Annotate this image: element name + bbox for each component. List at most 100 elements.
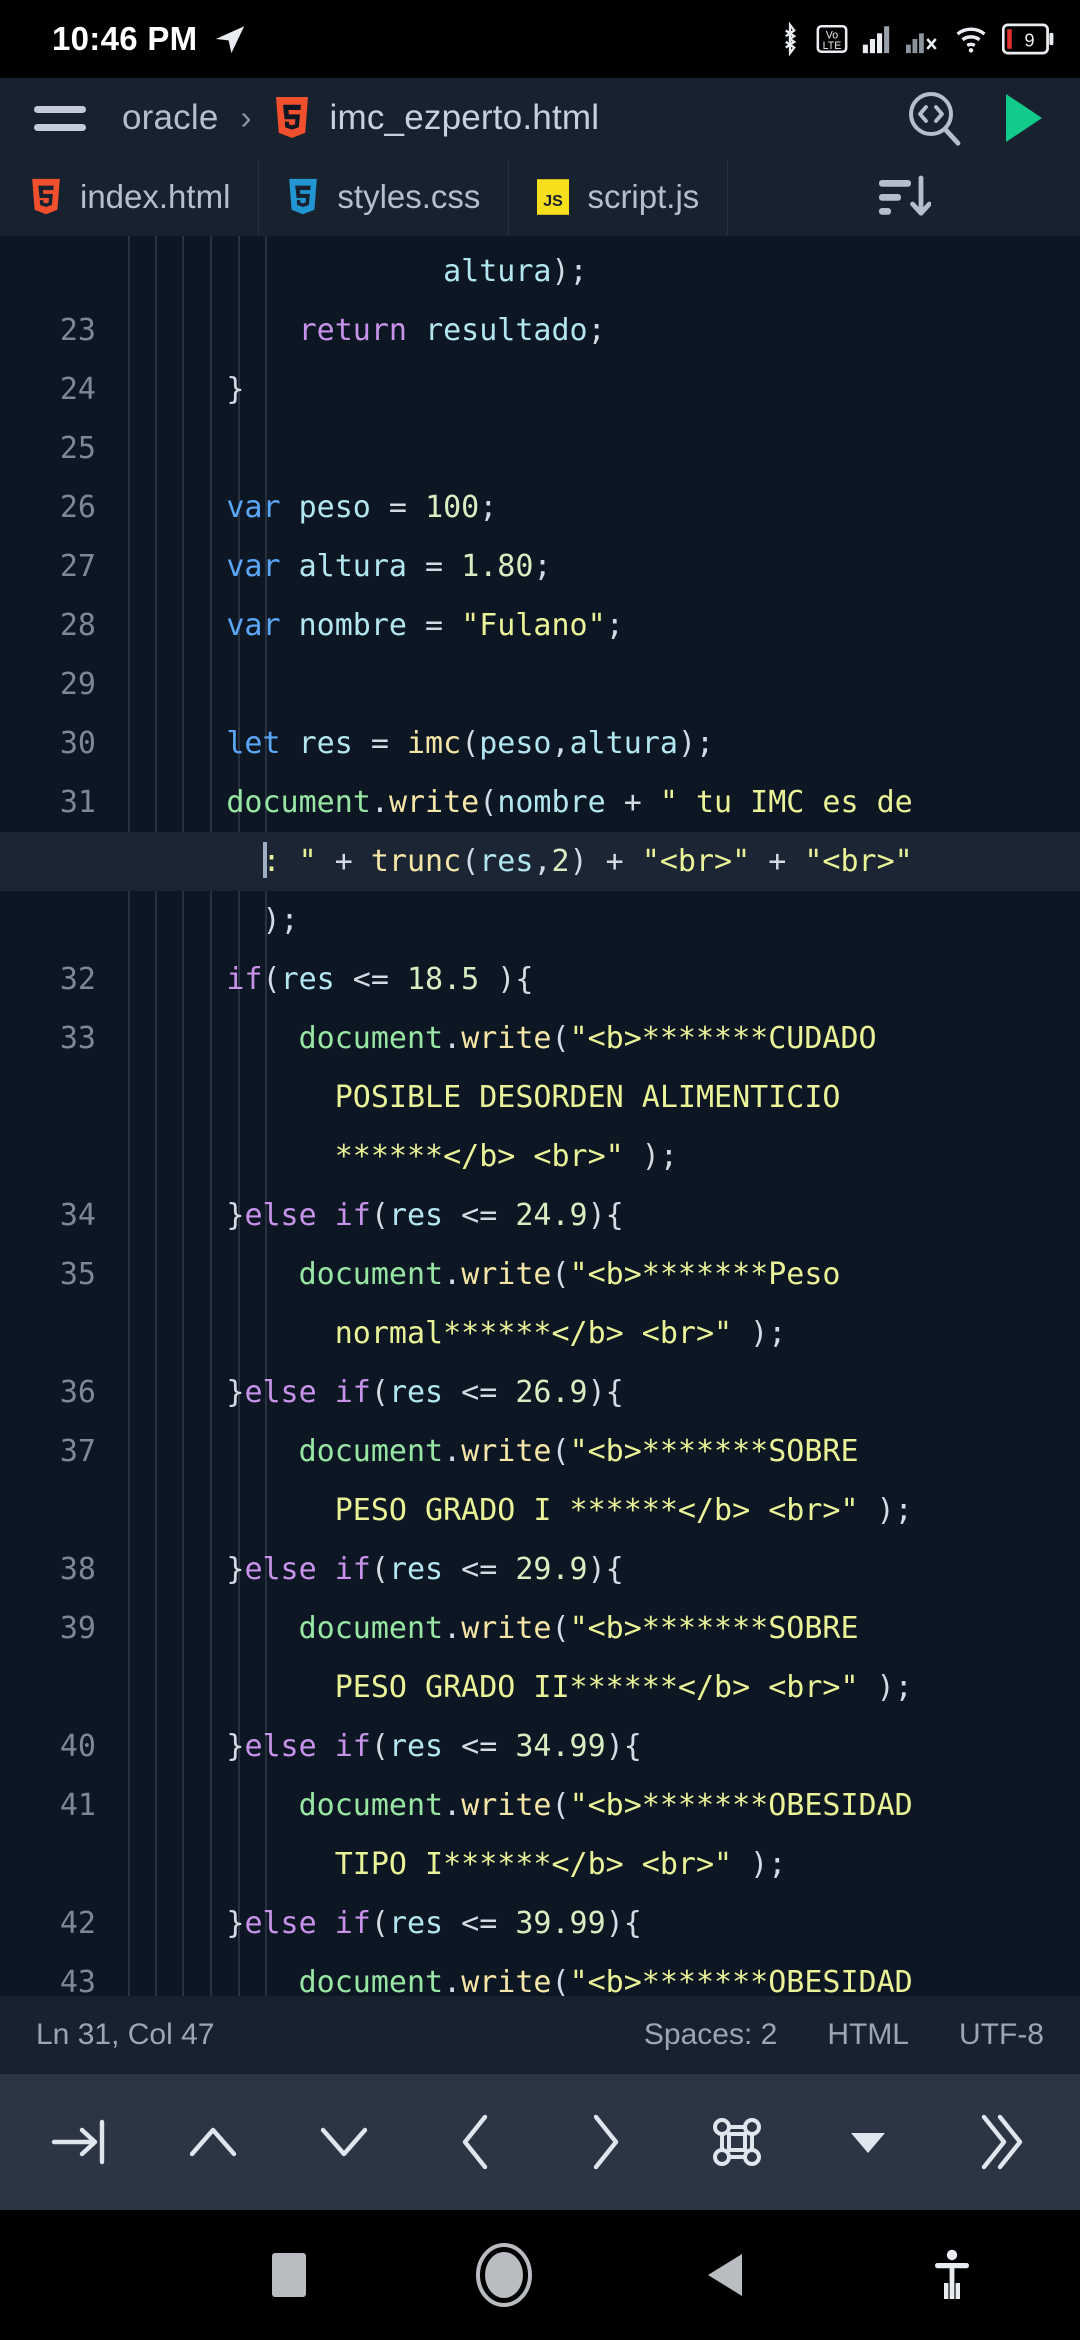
line-source[interactable]: let res = imc(peso,altura);	[118, 714, 1080, 773]
line-source[interactable]: }else if(res <= 34.99){	[118, 1717, 1080, 1776]
line-source[interactable]: }	[118, 360, 1080, 419]
line-source[interactable]: document.write("<b>*******SOBRE	[118, 1422, 1080, 1481]
line-source[interactable]: var peso = 100;	[118, 478, 1080, 537]
line-number: 33	[59, 1021, 96, 1056]
line-source[interactable]: PESO GRADO I ******</b> <br>" );	[118, 1481, 1080, 1540]
line-source[interactable]: }else if(res <= 24.9){	[118, 1186, 1080, 1245]
code-line[interactable]: : " + trunc(res,2) + "<br>" + "<br>"	[0, 832, 1080, 891]
code-line[interactable]: 32 if(res <= 18.5 ){	[0, 950, 1080, 1009]
code-line[interactable]: 25	[0, 419, 1080, 478]
code-token: "<b>*******SOBRE	[569, 1611, 859, 1646]
line-source[interactable]: var nombre = "Fulano";	[118, 596, 1080, 655]
line-source[interactable]: document.write(nombre + " tu IMC es de	[118, 773, 1080, 832]
line-source[interactable]: document.write("<b>*******CUDADO	[118, 1009, 1080, 1068]
code-line[interactable]: 24 }	[0, 360, 1080, 419]
code-line[interactable]: 29	[0, 655, 1080, 714]
arrow-right-key[interactable]	[551, 2087, 661, 2197]
line-source[interactable]: : " + trunc(res,2) + "<br>" + "<br>"	[118, 832, 1080, 891]
code-line[interactable]: ******</b> <br>" );	[0, 1127, 1080, 1186]
code-token: ){	[605, 1906, 642, 1941]
line-source[interactable]: PESO GRADO II******</b> <br>" );	[118, 1658, 1080, 1717]
line-source[interactable]: }else if(res <= 26.9){	[118, 1363, 1080, 1422]
volte-icon: Vo LTE	[816, 22, 848, 56]
breadcrumb-file-name[interactable]: imc_ezperto.html	[330, 98, 600, 138]
indent-setting[interactable]: Spaces: 2	[644, 2018, 777, 2052]
line-source[interactable]: var altura = 1.80;	[118, 537, 1080, 596]
language-mode[interactable]: HTML	[827, 2018, 909, 2052]
home-button[interactable]	[476, 2243, 532, 2307]
line-number: 24	[59, 372, 96, 407]
code-token: =	[407, 549, 462, 584]
line-source[interactable]: ******</b> <br>" );	[118, 1127, 1080, 1186]
line-source[interactable]: TIPO I******</b> <br>" );	[118, 1835, 1080, 1894]
breadcrumb-project[interactable]: oracle	[122, 98, 219, 138]
arrow-down-key[interactable]	[289, 2087, 399, 2197]
cursor-position[interactable]: Ln 31, Col 47	[36, 2018, 214, 2052]
line-source[interactable]: altura);	[118, 242, 1080, 301]
code-search-icon[interactable]	[904, 88, 964, 148]
line-source[interactable]: document.write("<b>*******OBESIDAD	[118, 1776, 1080, 1835]
command-key[interactable]	[682, 2087, 792, 2197]
line-source[interactable]: }else if(res <= 29.9){	[118, 1540, 1080, 1599]
code-line[interactable]: 33 document.write("<b>*******CUDADO	[0, 1009, 1080, 1068]
more-keys[interactable]	[944, 2087, 1054, 2197]
code-line[interactable]: 35 document.write("<b>*******Peso	[0, 1245, 1080, 1304]
line-source[interactable]: normal******</b> <br>" );	[118, 1304, 1080, 1363]
code-line[interactable]: PESO GRADO I ******</b> <br>" );	[0, 1481, 1080, 1540]
code-token: document	[298, 1965, 444, 1996]
code-line[interactable]: 43 document.write("<b>*******OBESIDAD	[0, 1953, 1080, 1996]
tab-styles-css[interactable]: styles.css	[259, 158, 510, 236]
code-token: write	[461, 1257, 552, 1292]
line-source[interactable]: }else if(res <= 39.99){	[118, 1894, 1080, 1953]
hamburger-icon[interactable]	[30, 96, 86, 140]
code-line[interactable]: 26 var peso = 100;	[0, 478, 1080, 537]
accessibility-icon[interactable]	[934, 2249, 970, 2301]
code-line[interactable]: normal******</b> <br>" );	[0, 1304, 1080, 1363]
code-line[interactable]: 41 document.write("<b>*******OBESIDAD	[0, 1776, 1080, 1835]
code-line[interactable]: 38 }else if(res <= 29.9){	[0, 1540, 1080, 1599]
code-content[interactable]: altura); 23 return resultado; 24 } 25 26 var…	[0, 236, 1080, 1996]
collapse-key[interactable]	[813, 2087, 923, 2197]
code-line[interactable]: 31 document.write(nombre + " tu IMC es d…	[0, 773, 1080, 832]
line-source[interactable]	[118, 419, 1080, 478]
code-line[interactable]: altura);	[0, 242, 1080, 301]
code-line[interactable]: 30 let res = imc(peso,altura);	[0, 714, 1080, 773]
code-line[interactable]: 40 }else if(res <= 34.99){	[0, 1717, 1080, 1776]
code-line[interactable]: 39 document.write("<b>*******SOBRE	[0, 1599, 1080, 1658]
code-line[interactable]: TIPO I******</b> <br>" );	[0, 1835, 1080, 1894]
line-source[interactable]: if(res <= 18.5 ){	[118, 950, 1080, 1009]
code-token: );	[677, 726, 715, 761]
code-token: ){	[587, 1375, 624, 1410]
tab-key[interactable]	[27, 2087, 137, 2197]
line-source[interactable]: document.write("<b>*******Peso	[118, 1245, 1080, 1304]
sort-list-icon[interactable]	[728, 158, 1080, 236]
line-source[interactable]: );	[118, 891, 1080, 950]
arrow-left-key[interactable]	[420, 2087, 530, 2197]
code-line[interactable]: 27 var altura = 1.80;	[0, 537, 1080, 596]
tab-script-js[interactable]: JS script.js	[509, 158, 729, 236]
line-number	[0, 1304, 118, 1363]
recents-button[interactable]	[272, 2253, 306, 2297]
arrow-up-key[interactable]	[158, 2087, 268, 2197]
line-source[interactable]: return resultado;	[118, 301, 1080, 360]
tab-index-html[interactable]: index.html	[0, 158, 260, 236]
line-source[interactable]: POSIBLE DESORDEN ALIMENTICIO	[118, 1068, 1080, 1127]
code-token: +	[316, 844, 371, 879]
code-line[interactable]: 34 }else if(res <= 24.9){	[0, 1186, 1080, 1245]
encoding[interactable]: UTF-8	[959, 2018, 1044, 2052]
code-line[interactable]: 28 var nombre = "Fulano";	[0, 596, 1080, 655]
code-line[interactable]: 42 }else if(res <= 39.99){	[0, 1894, 1080, 1953]
code-line[interactable]: );	[0, 891, 1080, 950]
code-line[interactable]: PESO GRADO II******</b> <br>" );	[0, 1658, 1080, 1717]
line-source[interactable]: document.write("<b>*******OBESIDAD	[118, 1953, 1080, 1996]
code-editor[interactable]: altura); 23 return resultado; 24 } 25 26 var…	[0, 236, 1080, 1996]
back-button[interactable]	[704, 2252, 744, 2298]
line-source[interactable]: document.write("<b>*******SOBRE	[118, 1599, 1080, 1658]
code-line[interactable]: 37 document.write("<b>*******SOBRE	[0, 1422, 1080, 1481]
code-line[interactable]: POSIBLE DESORDEN ALIMENTICIO	[0, 1068, 1080, 1127]
run-play-icon[interactable]	[1000, 92, 1046, 144]
code-line[interactable]: 36 }else if(res <= 26.9){	[0, 1363, 1080, 1422]
code-line[interactable]: 23 return resultado;	[0, 301, 1080, 360]
line-source[interactable]	[118, 655, 1080, 714]
